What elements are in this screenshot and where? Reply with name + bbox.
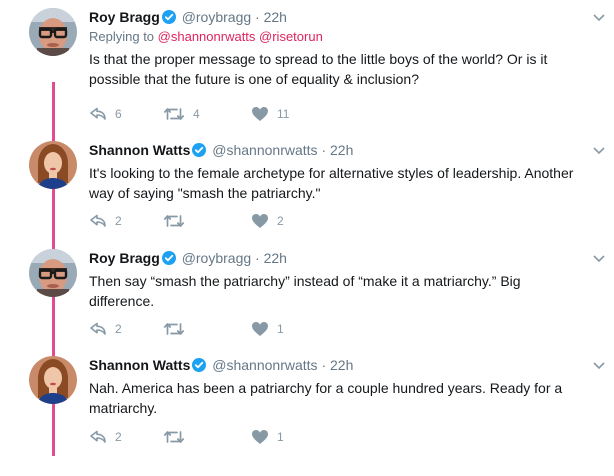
author-name[interactable]: Roy Bragg [89, 9, 160, 25]
tweet-text: Is that the proper message to spread to … [89, 51, 548, 87]
reply-icon [90, 430, 106, 443]
tweet-header: Shannon Watts @shannonrwatts · 22h [89, 356, 586, 374]
tweet-header: Roy Bragg @roybragg · 22h [89, 249, 586, 267]
tweet-timestamp[interactable]: 22h [330, 142, 353, 158]
reply-icon [90, 322, 106, 335]
author-handle[interactable]: @shannonrwatts [212, 142, 317, 158]
tweet-header: Shannon Watts @shannonrwatts · 22h [89, 141, 586, 159]
avatar[interactable] [29, 249, 77, 297]
avatar[interactable] [29, 141, 77, 189]
tweet[interactable]: Shannon Watts @shannonrwatts · 22h Nah. … [0, 356, 614, 476]
chevron-down-icon[interactable] [592, 10, 606, 28]
verified-badge-icon [161, 251, 176, 269]
verified-badge-icon [192, 143, 207, 161]
reply-button[interactable]: 2 [89, 211, 122, 231]
woman-portrait-avatar-icon [29, 356, 77, 404]
tweet-timestamp[interactable]: 22h [330, 357, 353, 373]
reply-button[interactable]: 2 [89, 427, 122, 447]
like-count: 11 [277, 107, 290, 121]
reply-count: 2 [115, 322, 122, 336]
retweet-button[interactable]: 4 [163, 104, 200, 124]
retweet-button[interactable] [163, 427, 193, 447]
retweet-button[interactable] [163, 211, 193, 231]
reply-icon [90, 107, 106, 120]
reply-count: 6 [115, 107, 122, 121]
reply-icon [90, 214, 106, 227]
chevron-down-icon[interactable] [592, 358, 606, 376]
verified-badge-icon [192, 358, 207, 376]
like-count: 1 [277, 322, 284, 336]
like-button[interactable]: 2 [251, 211, 284, 231]
separator-dot: · [321, 357, 327, 373]
retweet-icon [163, 431, 185, 443]
avatar[interactable] [29, 356, 77, 404]
tweet-timestamp[interactable]: 22h [264, 9, 287, 25]
author-name[interactable]: Shannon Watts [89, 142, 190, 158]
retweet-icon [163, 215, 185, 227]
avatar[interactable] [29, 8, 77, 56]
heart-icon [252, 214, 268, 228]
reply-count: 2 [115, 430, 122, 444]
retweet-button[interactable] [163, 319, 193, 339]
separator-dot: · [321, 142, 327, 158]
heart-icon [252, 107, 268, 121]
like-count: 2 [277, 214, 284, 228]
tweet-header: Roy Bragg @roybragg · 22h [89, 8, 586, 26]
heart-icon [252, 322, 268, 336]
reply-button[interactable]: 6 [89, 104, 122, 124]
author-handle[interactable]: @shannonrwatts [212, 357, 317, 373]
author-name[interactable]: Roy Bragg [89, 250, 160, 266]
chevron-down-icon[interactable] [592, 251, 606, 269]
author-handle[interactable]: @roybragg [182, 9, 251, 25]
tweet-timestamp[interactable]: 22h [264, 250, 287, 266]
reply-prefix: Replying to [89, 29, 155, 44]
tweet[interactable]: Shannon Watts @shannonrwatts · 22h It's … [0, 141, 614, 261]
tweet-text: It's looking to the female archetype for… [89, 165, 574, 201]
author-name[interactable]: Shannon Watts [89, 357, 190, 373]
reply-count: 2 [115, 214, 122, 228]
verified-badge-icon [161, 10, 176, 28]
like-button[interactable]: 11 [251, 104, 289, 124]
man-with-glasses-avatar-icon [29, 8, 77, 56]
author-handle[interactable]: @roybragg [182, 250, 251, 266]
tweet[interactable]: Roy Bragg @roybragg · 22h Then say “smas… [0, 249, 614, 369]
heart-icon [252, 430, 268, 444]
tweet-text: Then say “smash the patriarchy” instead … [89, 273, 521, 309]
reply-button[interactable]: 2 [89, 319, 122, 339]
man-with-glasses-avatar-icon [29, 249, 77, 297]
like-count: 1 [277, 430, 284, 444]
tweet-text: Nah. America has been a patriarchy for a… [89, 380, 563, 416]
like-button[interactable]: 1 [251, 427, 284, 447]
reply-handles-link[interactable]: @shannonrwatts @risetorun [158, 29, 323, 44]
chevron-down-icon[interactable] [592, 143, 606, 161]
retweet-count: 4 [193, 107, 200, 121]
separator-dot: · [255, 9, 260, 25]
woman-portrait-avatar-icon [29, 141, 77, 189]
reply-context: Replying to @shannonrwatts @risetorun [89, 29, 586, 45]
retweet-icon [163, 323, 185, 335]
like-button[interactable]: 1 [251, 319, 284, 339]
separator-dot: · [255, 250, 260, 266]
tweet[interactable]: Roy Bragg @roybragg · 22h Replying to @s… [0, 8, 614, 128]
retweet-icon [163, 108, 185, 120]
